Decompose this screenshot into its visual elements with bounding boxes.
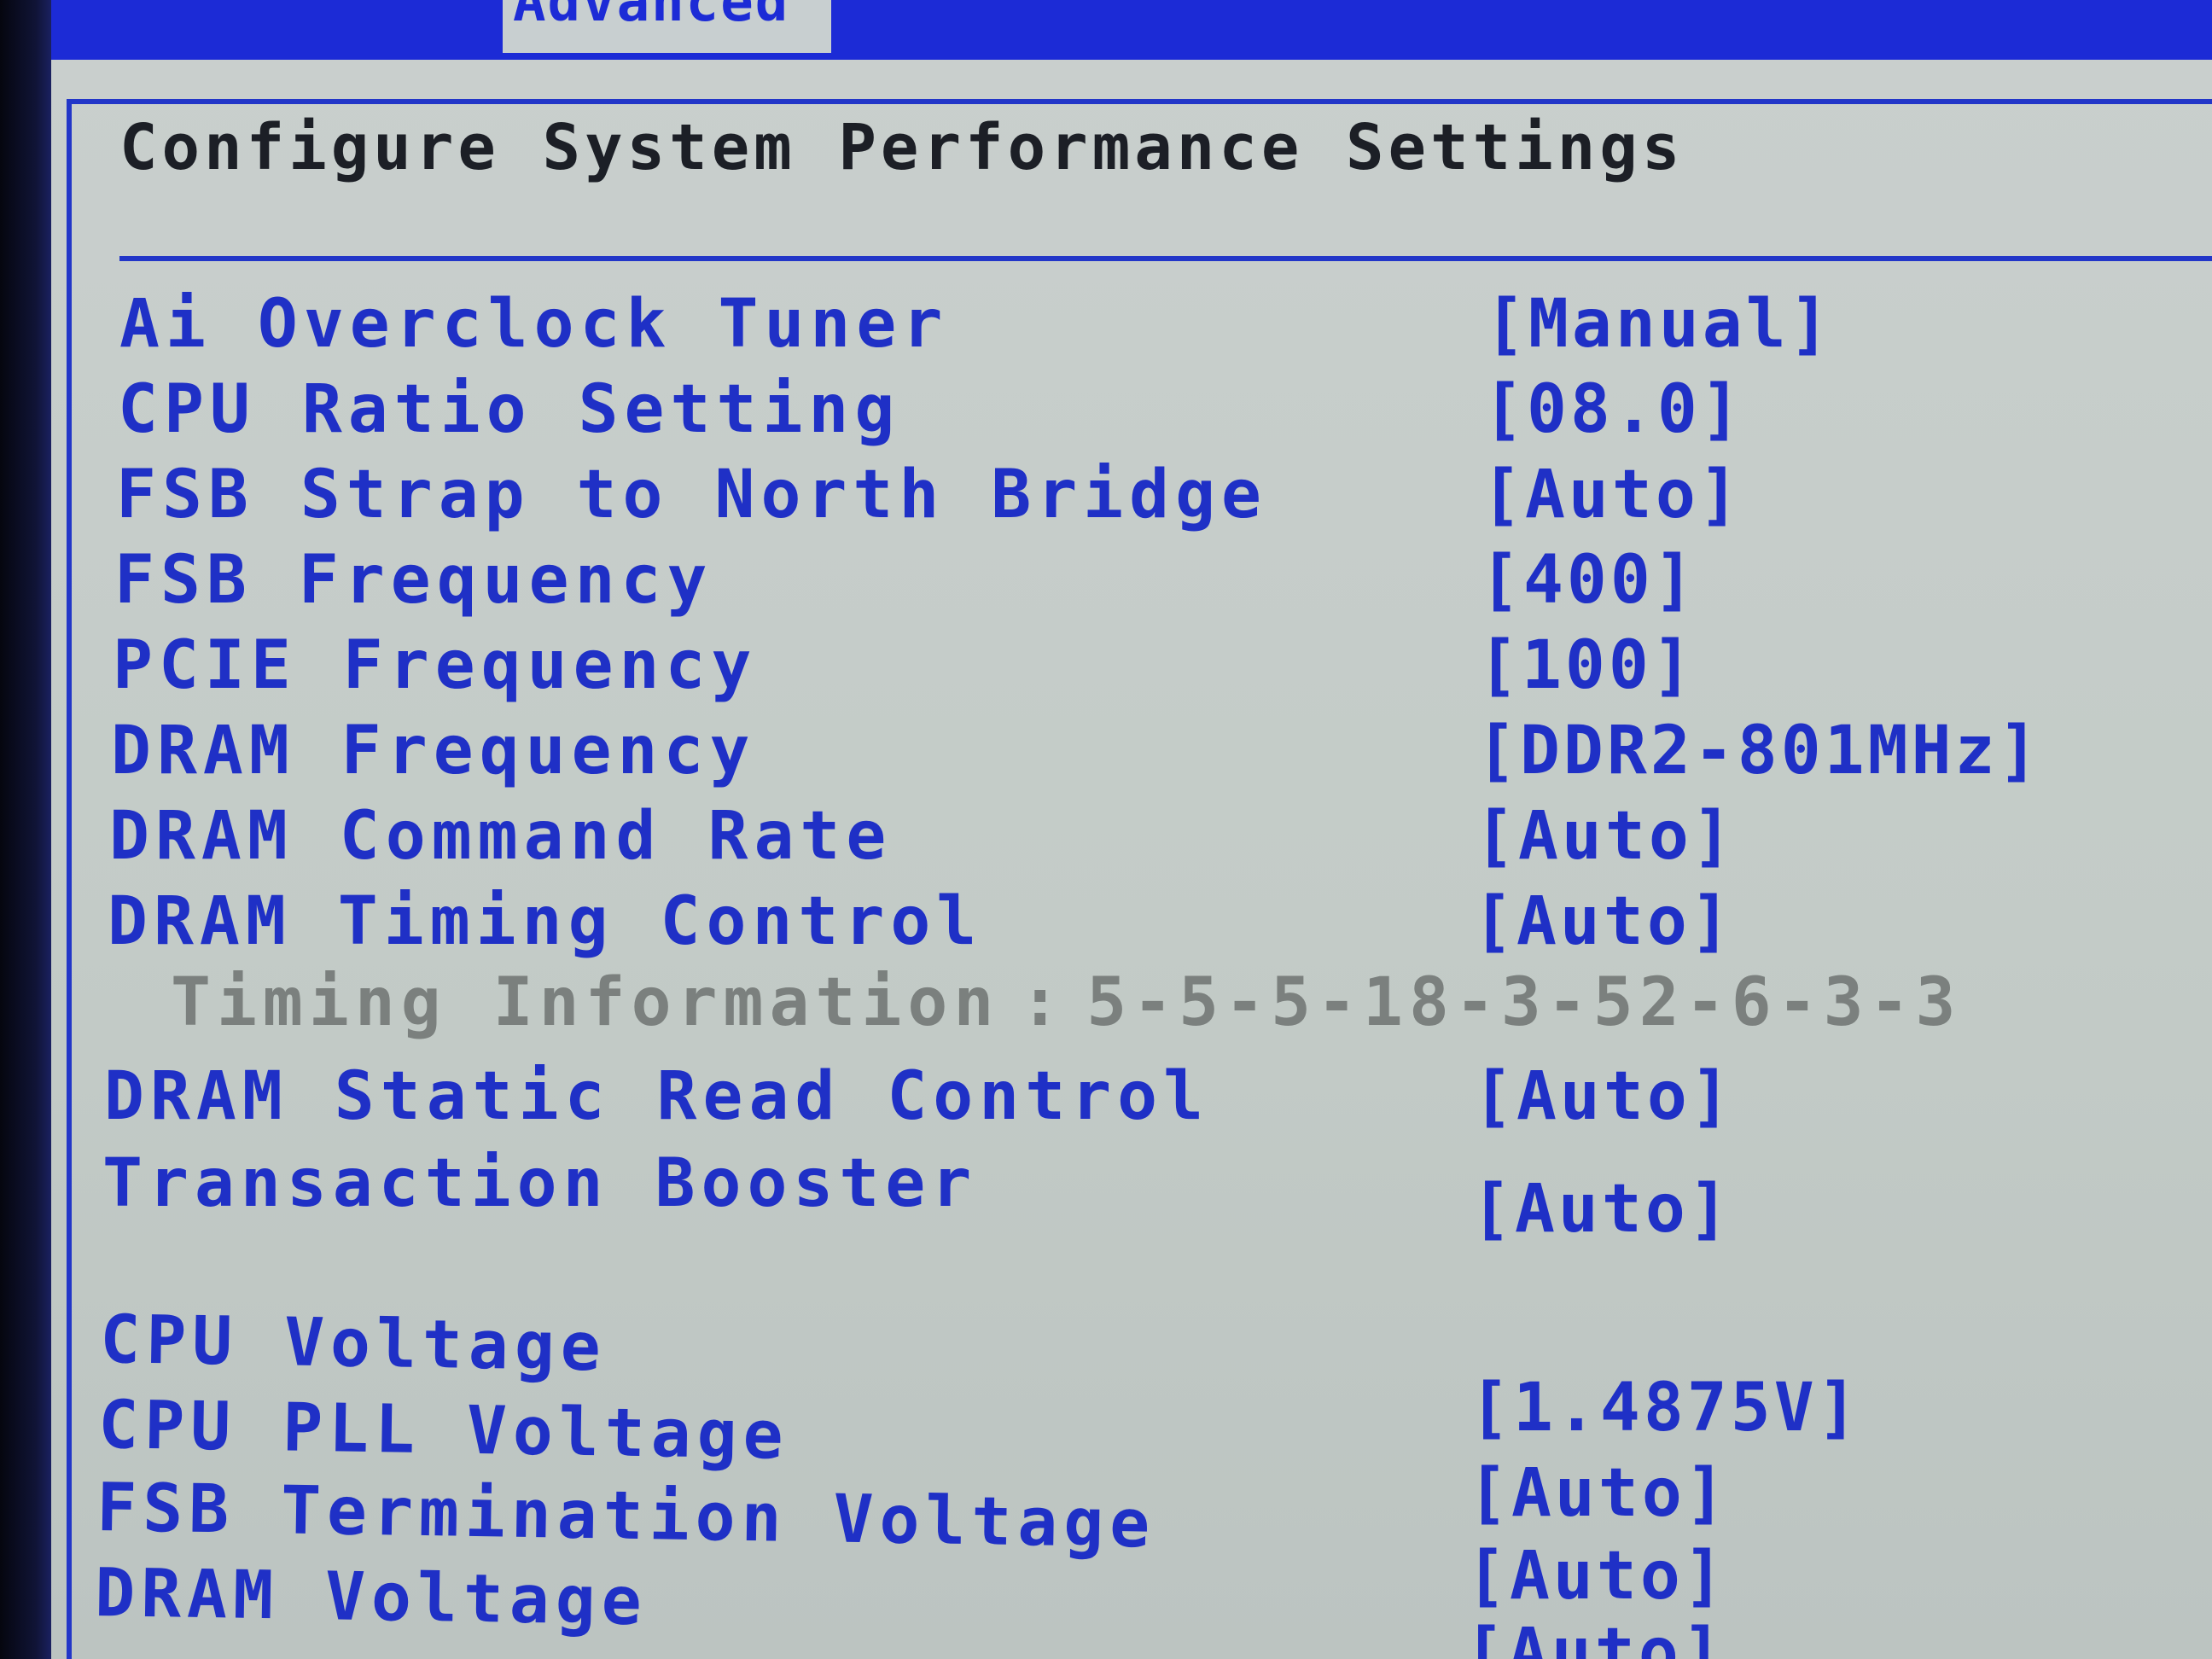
setting-value[interactable]: [Auto]: [1473, 1058, 1734, 1135]
setting-label: DRAM Voltage: [94, 1555, 649, 1641]
setting-label: FSB Frequency: [114, 542, 713, 619]
setting-value[interactable]: [400]: [1480, 542, 1697, 619]
setting-row-dram-static-read-control[interactable]: DRAM Static Read Control [Auto]: [104, 1058, 2212, 1144]
setting-row-ai-overclock-tuner[interactable]: Ai Overclock Tuner [Manual]: [119, 286, 2212, 371]
setting-value[interactable]: [100]: [1478, 627, 1696, 704]
setting-label: DRAM Command Rate: [109, 798, 893, 875]
setting-row-dram-timing-control[interactable]: DRAM Timing Control [Auto]: [108, 883, 2212, 969]
setting-value[interactable]: [Auto]: [1464, 1615, 1726, 1659]
settings-list: Ai Overclock Tuner [Manual] CPU Ratio Se…: [51, 60, 2212, 1659]
setting-label: FSB Termination Voltage: [96, 1470, 1156, 1563]
setting-row-dram-voltage[interactable]: DRAM Voltage [Auto]: [94, 1555, 2212, 1659]
timing-information-value: 5-5-5-18-3-52-6-3-3: [1086, 964, 1962, 1041]
setting-row-cpu-pll-voltage[interactable]: CPU PLL Voltage [Auto]: [97, 1387, 2212, 1532]
timing-information-separator: :: [1020, 964, 1067, 1041]
setting-row-dram-command-rate[interactable]: DRAM Command Rate [Auto]: [109, 798, 2212, 883]
setting-value[interactable]: [Auto]: [1475, 798, 1736, 875]
setting-value[interactable]: [Manual]: [1485, 286, 1833, 363]
timing-information-label: Timing Information: [171, 964, 1000, 1041]
setting-label: DRAM Frequency: [111, 713, 756, 789]
setting-row-fsb-frequency[interactable]: FSB Frequency [400]: [114, 542, 2212, 627]
setting-label: FSB Strap to North Bridge: [116, 457, 1267, 533]
setting-row-fsb-strap[interactable]: FSB Strap to North Bridge [Auto]: [116, 457, 2212, 542]
setting-label: Ai Overclock Tuner: [119, 286, 949, 363]
setting-label: CPU Voltage: [99, 1301, 608, 1387]
tab-advanced-label: Advanced: [513, 0, 790, 34]
bios-menu-bar: Advanced: [51, 0, 2212, 60]
setting-value[interactable]: [Auto]: [1473, 883, 1734, 960]
setting-row-cpu-ratio[interactable]: CPU Ratio Setting [08.0]: [118, 371, 2212, 457]
setting-value[interactable]: [Auto]: [1481, 457, 1743, 533]
setting-row-transaction-booster[interactable]: Transaction Booster [Auto]: [102, 1145, 2212, 1248]
setting-label: DRAM Timing Control: [108, 883, 983, 960]
timing-information: Timing Information:5-5-5-18-3-52-6-3-3: [171, 964, 1962, 1041]
setting-value[interactable]: [08.0]: [1483, 371, 1744, 448]
setting-label: PCIE Frequency: [113, 627, 758, 704]
setting-row-dram-frequency[interactable]: DRAM Frequency [DDR2-801MHz]: [111, 713, 2212, 798]
setting-label: CPU PLL Voltage: [97, 1387, 790, 1475]
setting-value[interactable]: [DDR2-801MHz]: [1476, 713, 2041, 789]
setting-row-pcie-frequency[interactable]: PCIE Frequency [100]: [113, 627, 2212, 713]
monitor-bezel: [0, 0, 51, 1659]
bios-screen: Configure System Performance Settings Ai…: [51, 60, 2212, 1659]
setting-label: Transaction Booster: [102, 1145, 978, 1222]
setting-value[interactable]: [Auto]: [1471, 1171, 1732, 1248]
setting-row-cpu-voltage[interactable]: CPU Voltage [1.4875V]: [99, 1301, 2212, 1447]
setting-row-fsb-termination-voltage[interactable]: FSB Termination Voltage [Auto]: [96, 1470, 2212, 1615]
setting-label: DRAM Static Read Control: [104, 1058, 1210, 1135]
tab-advanced[interactable]: Advanced: [499, 0, 831, 53]
setting-label: CPU Ratio Setting: [118, 371, 901, 448]
